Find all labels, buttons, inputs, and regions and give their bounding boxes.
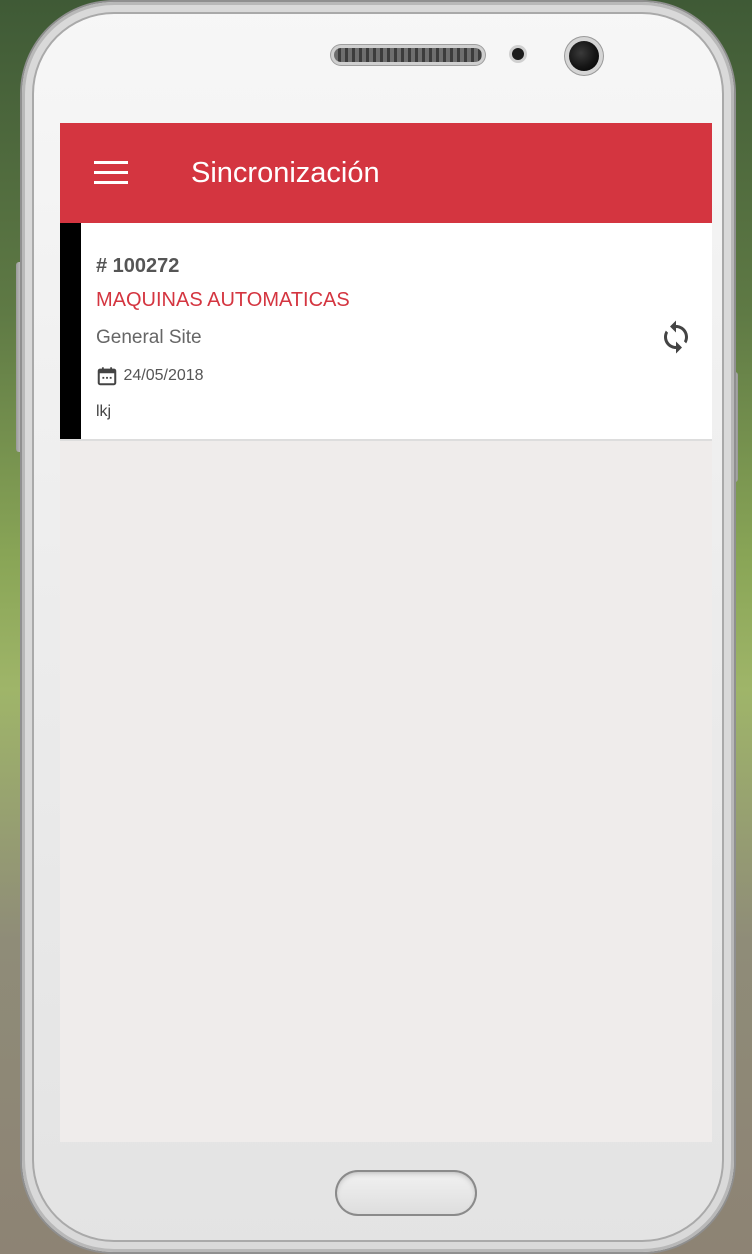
hamburger-menu-icon[interactable] <box>94 161 128 185</box>
record-date-row: 24/05/2018 <box>96 365 204 389</box>
phone-sensor <box>512 48 524 60</box>
calendar-icon <box>97 367 117 386</box>
sync-record-card[interactable]: # 100272 MAQUINAS AUTOMATICAS General Si… <box>60 223 712 441</box>
sync-icon[interactable] <box>658 319 694 355</box>
app-screen: Sincronización # 100272 MAQUINAS AUTOMAT… <box>60 123 712 1142</box>
card-status-stripe <box>60 223 81 439</box>
front-camera <box>569 41 599 71</box>
record-date: 24/05/2018 <box>123 367 204 384</box>
page-title: Sincronización <box>191 157 380 189</box>
record-machine-name: MAQUINAS AUTOMATICAS <box>96 289 350 311</box>
app-bar: Sincronización <box>60 123 712 223</box>
home-button[interactable] <box>335 1170 477 1216</box>
record-site-name: General Site <box>96 327 202 348</box>
phone-speaker <box>334 48 482 62</box>
record-note: lkj <box>96 403 112 420</box>
record-number: # 100272 <box>96 255 180 277</box>
